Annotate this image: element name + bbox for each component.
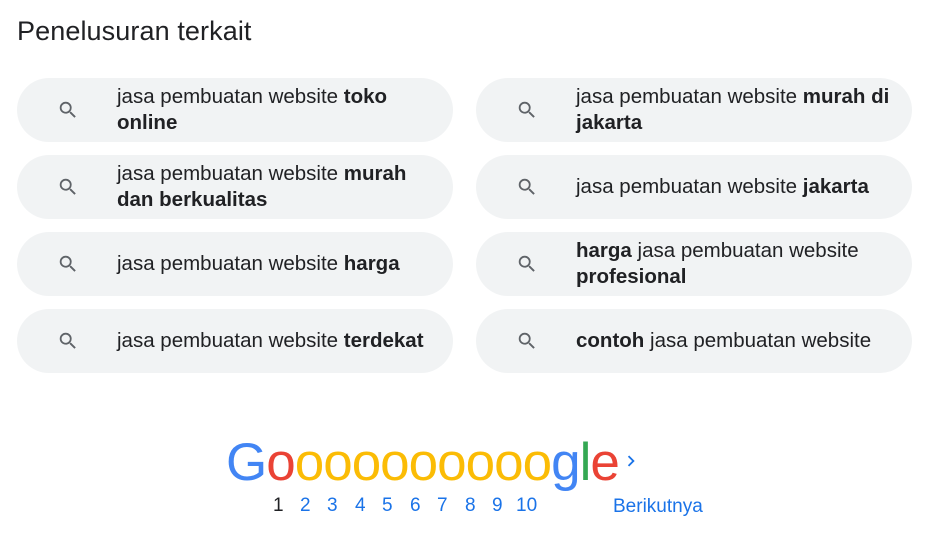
related-search-item[interactable]: jasa pembuatan website terdekat — [17, 309, 453, 373]
logo-letter: e — [590, 433, 620, 492]
query-part: jasa pembuatan website — [117, 252, 344, 275]
related-search-item[interactable]: jasa pembuatan website murah di jakarta — [476, 78, 912, 142]
query-bold-part: profesional — [576, 265, 687, 288]
logo-letter: o — [465, 433, 496, 492]
logo-letter: o — [266, 433, 296, 492]
related-search-text: jasa pembuatan website terdekat — [117, 328, 433, 354]
logo-letter: l — [579, 433, 592, 492]
page-link-7[interactable]: 7 — [437, 495, 448, 517]
query-bold-part: jakarta — [802, 175, 869, 198]
related-search-item[interactable]: contoh jasa pembuatan website — [476, 309, 912, 373]
logo-letter: g — [551, 433, 581, 492]
related-search-item[interactable]: harga jasa pembuatan website profesional — [476, 232, 912, 296]
search-icon — [516, 253, 538, 275]
page-link-2[interactable]: 2 — [300, 495, 311, 517]
query-bold-part: harga — [576, 239, 632, 262]
chevron-right-icon[interactable] — [620, 450, 642, 472]
search-icon — [57, 99, 79, 121]
related-search-text: contoh jasa pembuatan website — [576, 328, 892, 354]
related-search-text: jasa pembuatan website toko online — [117, 84, 433, 136]
google-pagination-logo: Goooooooooogle — [226, 433, 620, 493]
query-part: jasa pembuatan website — [576, 85, 803, 108]
related-search-text: jasa pembuatan website murah dan berkual… — [117, 161, 433, 213]
related-search-text: jasa pembuatan website harga — [117, 251, 433, 277]
logo-letter: o — [380, 433, 410, 492]
related-search-item[interactable]: jasa pembuatan website murah dan berkual… — [17, 155, 453, 219]
logo-letter: G — [226, 433, 267, 492]
query-bold-part: contoh — [576, 329, 645, 352]
query-part: jasa pembuatan website — [644, 329, 872, 352]
page-link-5[interactable]: 5 — [382, 495, 393, 517]
query-part: jasa pembuatan website — [117, 85, 344, 108]
logo-letter: o — [294, 433, 325, 492]
related-search-text: jasa pembuatan website jakarta — [576, 174, 892, 200]
query-part: jasa pembuatan website — [117, 162, 344, 185]
current-page-number: 1 — [273, 495, 284, 516]
page-link-4[interactable]: 4 — [355, 495, 366, 517]
logo-letter: o — [351, 433, 382, 492]
query-part: jasa pembuatan website — [576, 175, 803, 198]
related-search-text: jasa pembuatan website murah di jakarta — [576, 84, 892, 136]
next-page-link[interactable]: Berikutnya — [613, 496, 703, 518]
logo-letter: o — [494, 433, 524, 492]
query-part: jasa pembuatan website — [631, 239, 859, 262]
query-bold-part: harga — [343, 252, 400, 275]
search-icon — [57, 330, 79, 352]
search-icon — [57, 176, 79, 198]
related-search-item[interactable]: jasa pembuatan website harga — [17, 232, 453, 296]
logo-letter: o — [408, 433, 439, 492]
search-icon — [516, 176, 538, 198]
related-search-item[interactable]: jasa pembuatan website jakarta — [476, 155, 912, 219]
page-link-3[interactable]: 3 — [327, 495, 338, 517]
logo-letter: o — [323, 433, 353, 492]
query-bold-part: terdekat — [343, 329, 424, 352]
page-link-10[interactable]: 10 — [516, 495, 537, 517]
logo-letter: o — [437, 433, 467, 492]
related-search-item[interactable]: jasa pembuatan website toko online — [17, 78, 453, 142]
query-part: jasa pembuatan website — [117, 329, 344, 352]
related-searches-heading: Penelusuran terkait — [17, 16, 252, 46]
page-link-9[interactable]: 9 — [492, 495, 503, 517]
related-search-text: harga jasa pembuatan website profesional — [576, 238, 892, 290]
search-icon — [57, 253, 79, 275]
logo-letter: o — [522, 433, 553, 492]
search-icon — [516, 99, 538, 121]
page-link-8[interactable]: 8 — [465, 495, 476, 517]
page-link-6[interactable]: 6 — [410, 495, 421, 517]
search-icon — [516, 330, 538, 352]
